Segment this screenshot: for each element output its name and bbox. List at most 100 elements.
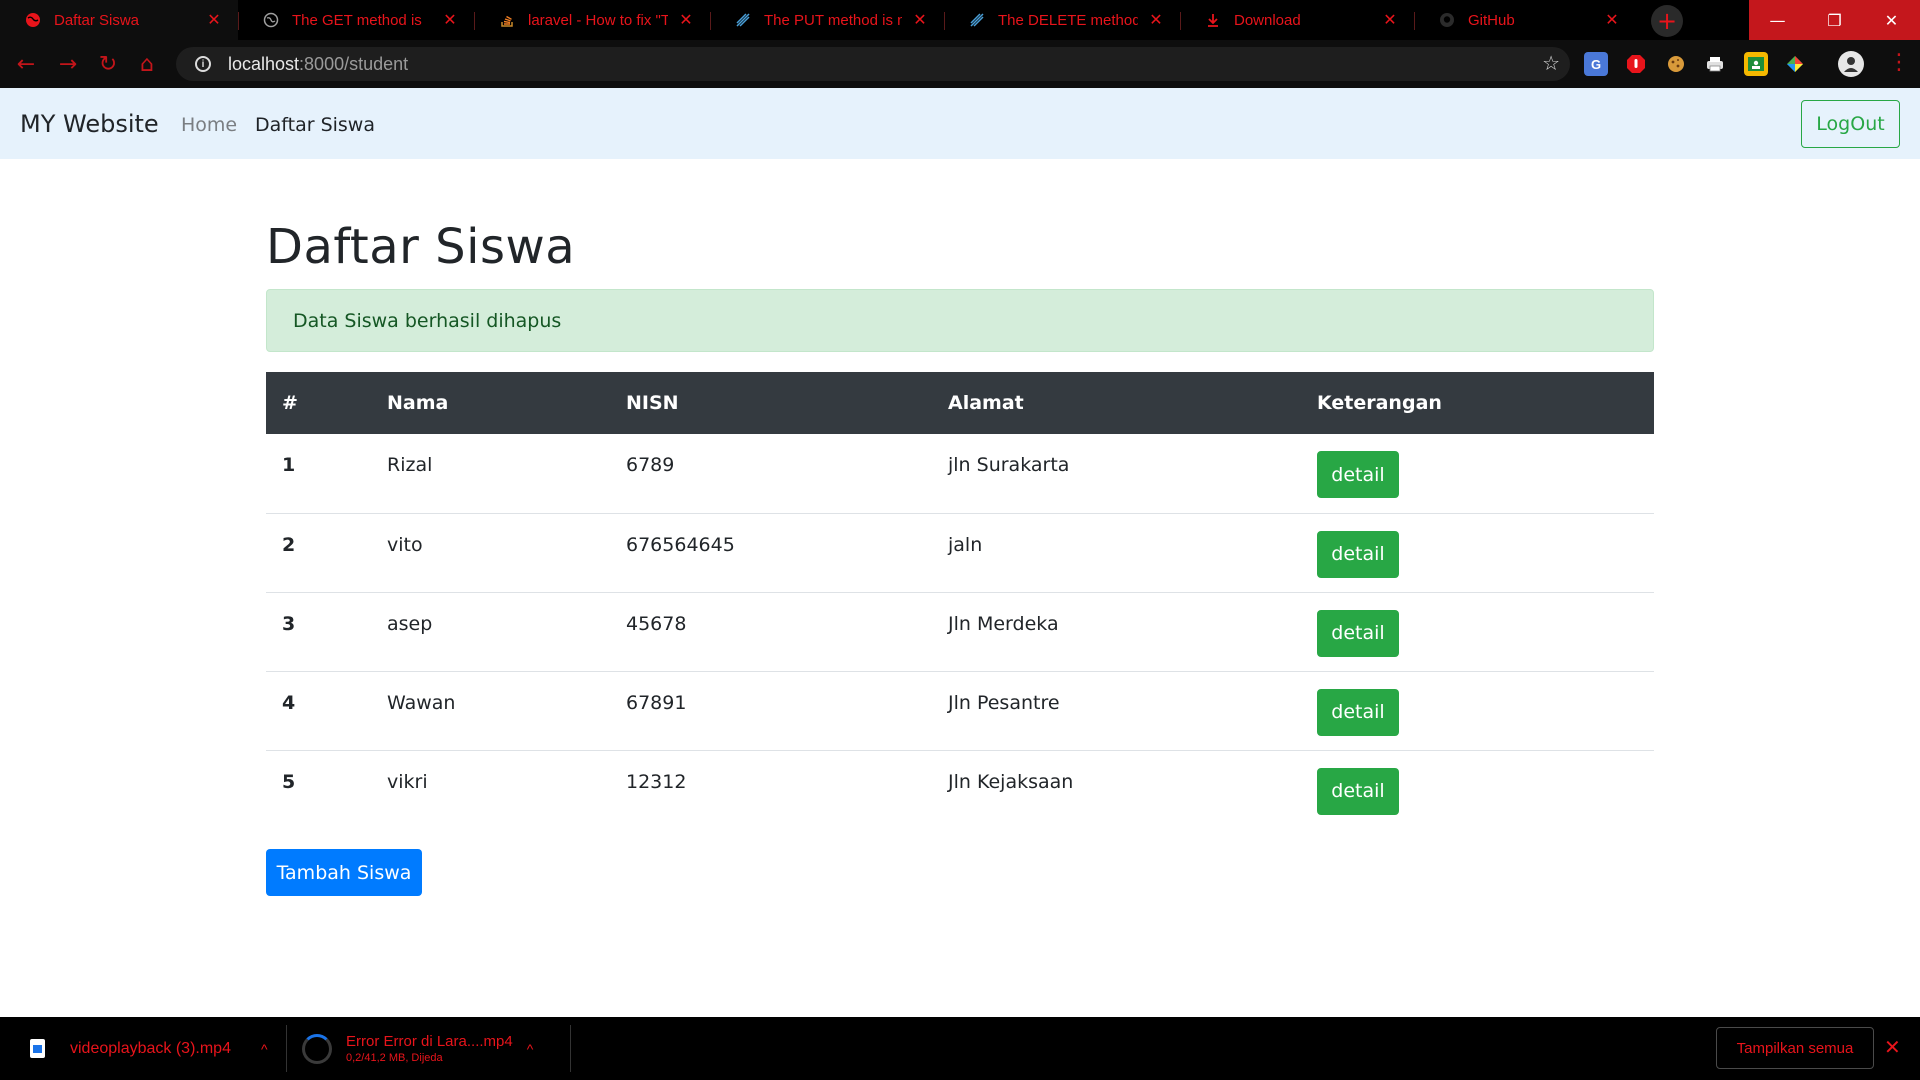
site-brand[interactable]: MY Website bbox=[20, 110, 159, 138]
adblock-icon[interactable] bbox=[1624, 52, 1648, 76]
globe-icon bbox=[24, 11, 42, 29]
tab-laravel-how-to-fix[interactable]: laravel - How to fix "Th ✕ bbox=[474, 0, 710, 40]
student-nisn: 12312 bbox=[626, 770, 687, 793]
row-number: 3 bbox=[282, 612, 296, 635]
minimize-button[interactable]: — bbox=[1749, 0, 1806, 40]
chevron-up-icon[interactable]: ^ bbox=[261, 1041, 268, 1057]
shelf-divider bbox=[286, 1025, 287, 1072]
profile-icon[interactable] bbox=[1838, 51, 1864, 77]
nav-home-link[interactable]: Home bbox=[181, 114, 237, 136]
address-url[interactable]: localhost:8000/student bbox=[228, 54, 408, 75]
row-number: 2 bbox=[282, 533, 296, 556]
student-nisn: 67891 bbox=[626, 691, 687, 714]
column-header-number: # bbox=[282, 392, 298, 414]
site-navbar: MY Website Home Daftar Siswa LogOut bbox=[0, 88, 1920, 159]
student-nama: Wawan bbox=[387, 691, 456, 714]
student-nama: vikri bbox=[387, 770, 428, 793]
detail-button[interactable]: detail bbox=[1317, 451, 1399, 498]
student-alamat: Jln Pesantre bbox=[948, 691, 1060, 714]
download-filename: videoplayback (3).mp4 bbox=[70, 1039, 231, 1057]
tab-get-method[interactable]: The GET method is ✕ bbox=[238, 0, 474, 40]
file-icon bbox=[26, 1036, 48, 1062]
table-header-row: # Nama NISN Alamat Keterangan bbox=[266, 372, 1654, 434]
tab-title: Download bbox=[1234, 11, 1301, 29]
home-button[interactable]: ⌂ bbox=[129, 46, 165, 82]
cookie-icon[interactable] bbox=[1664, 52, 1688, 76]
student-keterangan: detail bbox=[1301, 671, 1654, 750]
close-tab-icon[interactable]: ✕ bbox=[1602, 10, 1622, 30]
site-info-icon[interactable]: i bbox=[186, 56, 220, 72]
close-tab-icon[interactable]: ✕ bbox=[1380, 10, 1400, 30]
table-row: 1 Rizal 6789 jln Surakarta detail bbox=[266, 434, 1654, 513]
download-shelf: videoplayback (3).mp4 ^ Error Error di L… bbox=[0, 1017, 1920, 1080]
close-window-button[interactable]: ✕ bbox=[1863, 0, 1920, 40]
detail-button[interactable]: detail bbox=[1317, 609, 1399, 657]
download-filename: Error Error di Lara....mp4 bbox=[346, 1033, 513, 1050]
student-alamat: Jln Merdeka bbox=[948, 612, 1059, 635]
chevron-up-icon[interactable]: ^ bbox=[527, 1041, 534, 1057]
download-status: 0,2/41,2 MB, Dijeda bbox=[346, 1052, 443, 1064]
close-tab-icon[interactable]: ✕ bbox=[910, 10, 930, 30]
bookmark-star-icon[interactable]: ☆ bbox=[1542, 51, 1560, 75]
student-nama: asep bbox=[387, 612, 433, 635]
student-nisn: 45678 bbox=[626, 612, 687, 635]
tab-github[interactable]: GitHub ✕ bbox=[1414, 0, 1636, 40]
table-row: 4 Wawan 67891 Jln Pesantre detail bbox=[266, 671, 1654, 750]
colorful-extension-icon[interactable] bbox=[1783, 52, 1807, 76]
globe-icon bbox=[262, 11, 280, 29]
table-row: 3 asep 45678 Jln Merdeka detail bbox=[266, 592, 1654, 671]
row-number: 1 bbox=[282, 454, 296, 476]
laracasts-icon bbox=[734, 11, 752, 29]
student-nisn: 6789 bbox=[626, 454, 675, 476]
new-tab-button[interactable]: + bbox=[1651, 5, 1683, 37]
table-row: 2 vito 676564645 jaln detail bbox=[266, 513, 1654, 592]
github-icon bbox=[1438, 11, 1456, 29]
reload-button[interactable]: ↻ bbox=[90, 46, 126, 82]
printer-icon[interactable] bbox=[1703, 52, 1727, 76]
tab-delete-method[interactable]: The DELETE method is ✕ bbox=[944, 0, 1180, 40]
students-table: # Nama NISN Alamat Keterangan 1 Rizal 67… bbox=[266, 372, 1654, 829]
nav-daftar-siswa-link[interactable]: Daftar Siswa bbox=[255, 114, 375, 136]
student-nisn: 676564645 bbox=[626, 533, 735, 556]
close-tab-icon[interactable]: ✕ bbox=[676, 10, 696, 30]
close-shelf-icon[interactable]: ✕ bbox=[1884, 1035, 1901, 1059]
student-keterangan: detail bbox=[1301, 750, 1654, 829]
back-button[interactable]: ← bbox=[8, 46, 44, 82]
student-alamat: Jln Kejaksaan bbox=[948, 770, 1074, 793]
tab-strip: Daftar Siswa ✕ The GET method is ✕ larav… bbox=[0, 0, 1920, 40]
detail-button[interactable]: detail bbox=[1317, 530, 1399, 578]
download-icon bbox=[1204, 11, 1222, 29]
tab-download[interactable]: Download ✕ bbox=[1180, 0, 1414, 40]
show-all-downloads-button[interactable]: Tampilkan semua bbox=[1716, 1027, 1874, 1069]
tab-title: GitHub bbox=[1468, 11, 1515, 29]
tab-title: The PUT method is not bbox=[764, 11, 902, 29]
forward-button[interactable]: → bbox=[50, 46, 86, 82]
shelf-divider bbox=[570, 1025, 571, 1072]
download-progress-icon bbox=[302, 1033, 332, 1064]
table-row: 5 vikri 12312 Jln Kejaksaan detail bbox=[266, 750, 1654, 829]
logout-button[interactable]: LogOut bbox=[1801, 100, 1900, 148]
add-student-button[interactable]: Tambah Siswa bbox=[266, 849, 422, 896]
browser-menu-icon[interactable]: ⋮ bbox=[1888, 50, 1910, 76]
address-bar[interactable]: i localhost:8000/student ☆ bbox=[176, 47, 1570, 81]
student-alamat: jln Surakarta bbox=[948, 454, 1070, 476]
row-number: 4 bbox=[282, 691, 296, 714]
stackoverflow-icon bbox=[498, 11, 516, 29]
download-item[interactable]: Error Error di Lara....mp4 0,2/41,2 MB, … bbox=[302, 1017, 572, 1080]
column-header-nama: Nama bbox=[387, 392, 449, 414]
google-translate-icon[interactable]: G bbox=[1584, 52, 1608, 76]
close-tab-icon[interactable]: ✕ bbox=[440, 10, 460, 30]
detail-button[interactable]: detail bbox=[1317, 688, 1399, 736]
close-tab-icon[interactable]: ✕ bbox=[1146, 10, 1166, 30]
tab-put-method[interactable]: The PUT method is not ✕ bbox=[710, 0, 944, 40]
download-item[interactable]: videoplayback (3).mp4 ^ bbox=[26, 1017, 276, 1080]
column-header-keterangan: Keterangan bbox=[1317, 392, 1442, 414]
laracasts-icon bbox=[968, 11, 986, 29]
restore-button[interactable]: ❐ bbox=[1806, 0, 1863, 40]
student-nama: vito bbox=[387, 533, 423, 556]
classroom-icon[interactable] bbox=[1744, 52, 1768, 76]
close-tab-icon[interactable]: ✕ bbox=[204, 10, 224, 30]
detail-button[interactable]: detail bbox=[1317, 767, 1399, 815]
student-keterangan: detail bbox=[1301, 434, 1654, 513]
tab-daftar-siswa[interactable]: Daftar Siswa ✕ bbox=[0, 0, 238, 40]
